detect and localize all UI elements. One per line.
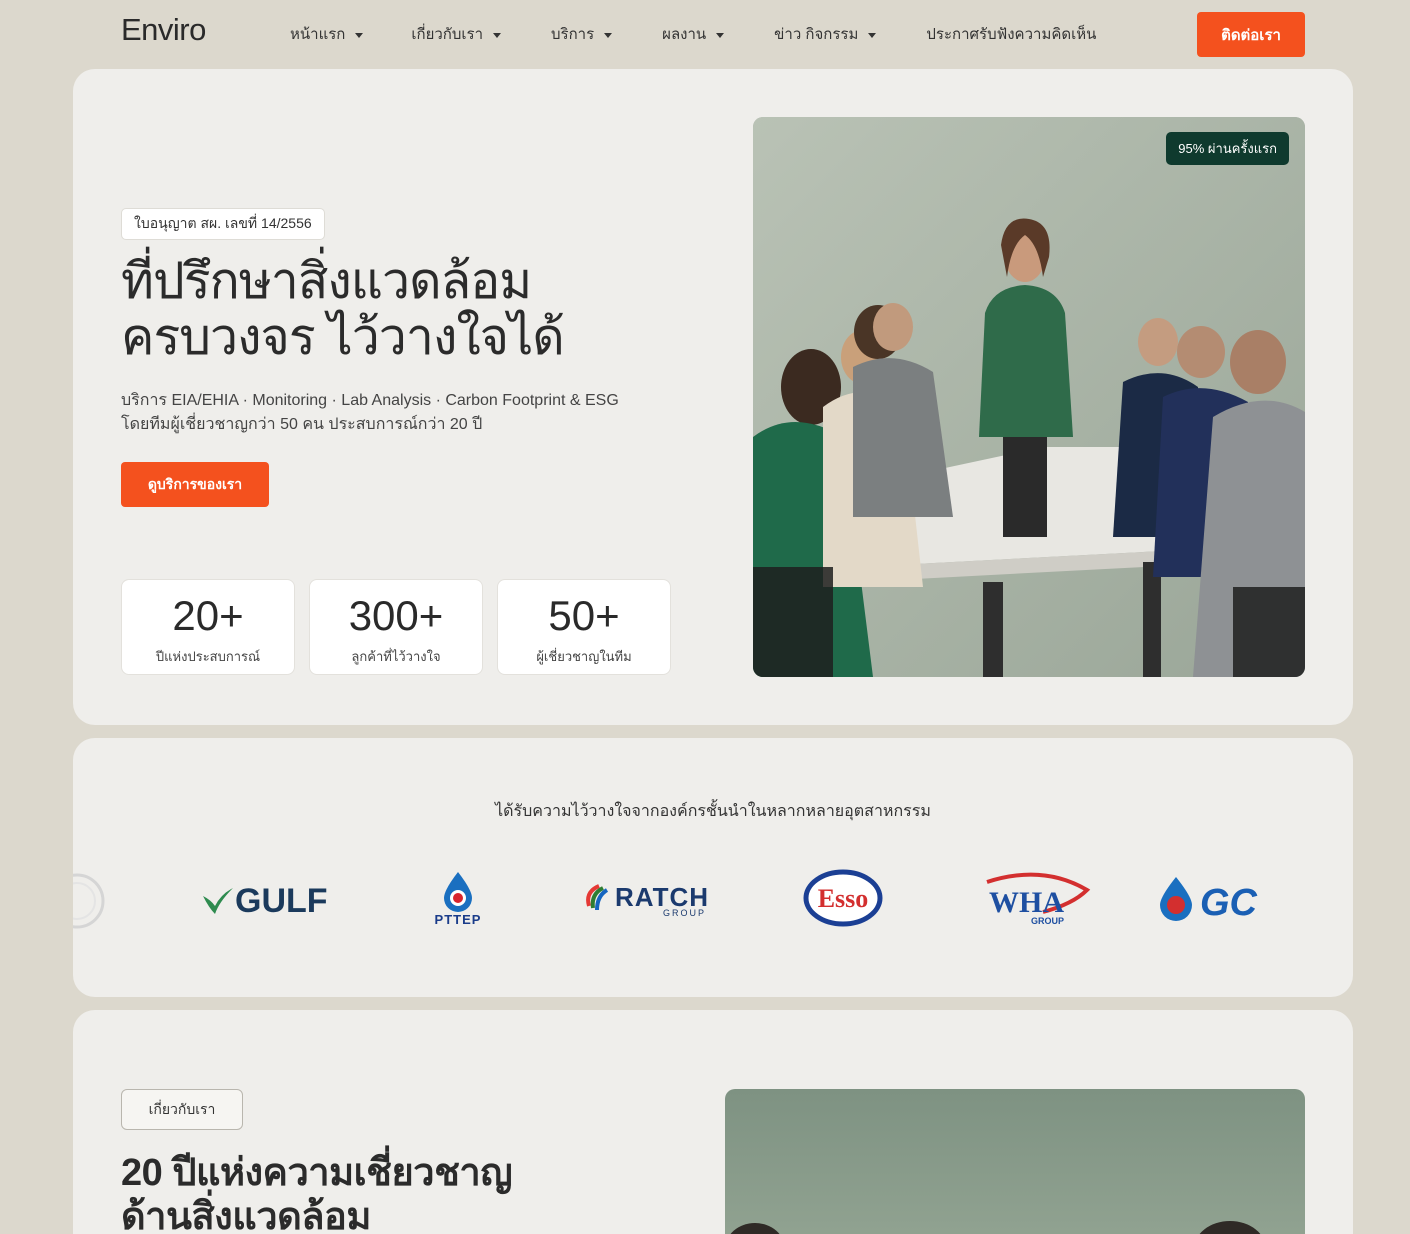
meeting-illustration [753,117,1305,677]
esso-wordmark: Esso [818,884,869,913]
menu-item-news[interactable]: ข่าว กิจกรรม [774,22,877,46]
hero-title-line-2: ครบวงจร ไว้วางใจได้ [121,309,565,365]
menu-item-services[interactable]: บริการ [551,22,613,46]
menu-item-label: เกี่ยวกับเรา [411,26,484,43]
stat-card-experts: 50+ ผู้เชี่ยวชาญในทีม [497,579,671,675]
hero-section: ใบอนุญาต สผ. เลขที่ 14/2556 ที่ปรึกษาสิ่… [73,69,1353,725]
stat-card-years: 20+ ปีแห่งประสบการณ์ [121,579,295,675]
stat-label: ลูกค้าที่ไว้วางใจ [351,649,441,664]
stat-value: 50+ [548,592,620,639]
gc-logo-icon: GC [1160,877,1258,923]
pttep-flame-icon [444,871,472,912]
partial-client-logo [73,858,107,938]
partial-logo-icon [73,873,105,929]
ratch-group-label: GROUP [663,908,706,918]
main-menu: หน้าแรก เกี่ยวกับเรา บริการ ผลงาน ข่าว ก… [290,22,1096,46]
stat-value: 20+ [172,592,244,639]
site-logo[interactable]: Enviro [121,12,206,48]
about-title-line-1: 20 ปีแห่งความเชี่ยวชาญ [121,1152,513,1194]
about-title: 20 ปีแห่งความเชี่ยวชาญ ด้านสิ่งแวดล้อม [121,1151,513,1234]
pttep-wordmark: PTTEP [434,911,482,927]
menu-item-label: บริการ [551,26,595,43]
gulf-wordmark: GULF [235,882,328,918]
gulf-logo-icon: GULF [203,882,328,918]
hero-subtitle: บริการ EIA/EHIA · Monitoring · Lab Analy… [121,389,619,437]
gc-wordmark: GC [1200,882,1258,923]
chevron-down-icon [716,33,725,38]
pass-rate-badge: 95% ผ่านครั้งแรก [1166,132,1289,165]
about-illustration [730,1221,1261,1234]
menu-item-label: ผลงาน [662,26,707,43]
chevron-down-icon [493,33,502,38]
menu-item-home[interactable]: หน้าแรก [290,22,364,46]
esso-logo-icon: Esso [803,869,883,927]
menu-item-label: หน้าแรก [290,26,346,43]
about-section: เกี่ยวกับเรา 20 ปีแห่งความเชี่ยวชาญ ด้าน… [73,1010,1353,1234]
stat-value: 300+ [348,592,444,639]
top-navigation: Enviro หน้าแรก เกี่ยวกับเรา บริการ ผลงาน… [0,0,1410,66]
client-logo-pttep: PTTEP [423,858,493,938]
wha-wordmark: WHA [989,886,1064,919]
chevron-down-icon [604,33,613,38]
wha-logo-icon: WHA GROUP [986,872,1091,926]
stat-card-clients: 300+ ลูกค้าที่ไว้วางใจ [309,579,483,675]
client-logo-gulf: GULF [203,858,333,938]
about-tag[interactable]: เกี่ยวกับเรา [121,1089,243,1130]
clients-section: ได้รับความไว้วางใจจากองค์กรชั้นนำในหลากห… [73,738,1353,997]
client-logo-carousel: GULF PTTEP RATCH GROUP Esso WHA GROUP GC [73,858,1353,938]
menu-item-label: ข่าว กิจกรรม [774,26,859,43]
client-logo-wha: WHA GROUP [983,858,1093,938]
menu-item-portfolio[interactable]: ผลงาน [662,22,725,46]
client-logo-ratch: RATCH GROUP [585,858,715,938]
client-logo-gc: GC [1158,858,1293,938]
wha-group-label: GROUP [1031,916,1064,926]
hero-title: ที่ปรึกษาสิ่งแวดล้อม ครบวงจร ไว้วางใจได้ [121,253,565,365]
menu-item-public-hearing[interactable]: ประกาศรับฟังความคิดเห็น [926,22,1096,46]
stat-label: ปีแห่งประสบการณ์ [155,649,261,664]
about-photo [725,1089,1305,1234]
hero-title-line-1: ที่ปรึกษาสิ่งแวดล้อม [121,253,532,309]
meeting-photo: 95% ผ่านครั้งแรก [753,117,1305,677]
chevron-down-icon [355,33,364,38]
license-badge: ใบอนุญาต สผ. เลขที่ 14/2556 [121,208,325,240]
ratch-logo-icon: RATCH GROUP [586,882,708,918]
about-title-line-2: ด้านสิ่งแวดล้อม [121,1196,371,1234]
client-logo-esso: Esso [803,858,883,938]
menu-item-label: ประกาศรับฟังความคิดเห็น [926,26,1097,43]
stats-row: 20+ ปีแห่งประสบการณ์ 300+ ลูกค้าที่ไว้วา… [121,579,671,675]
clients-heading: ได้รับความไว้วางใจจากองค์กรชั้นนำในหลากห… [495,803,931,820]
chevron-down-icon [868,33,877,38]
hero-subtitle-line-1: บริการ EIA/EHIA · Monitoring · Lab Analy… [121,392,619,409]
view-services-button[interactable]: ดูบริการของเรา [121,462,269,507]
stat-label: ผู้เชี่ยวชาญในทีม [536,649,632,664]
menu-item-about[interactable]: เกี่ยวกับเรา [411,22,502,46]
contact-button[interactable]: ติดต่อเรา [1197,12,1305,57]
hero-subtitle-line-2: โดยทีมผู้เชี่ยวชาญกว่า 50 คน ประสบการณ์ก… [121,416,483,433]
